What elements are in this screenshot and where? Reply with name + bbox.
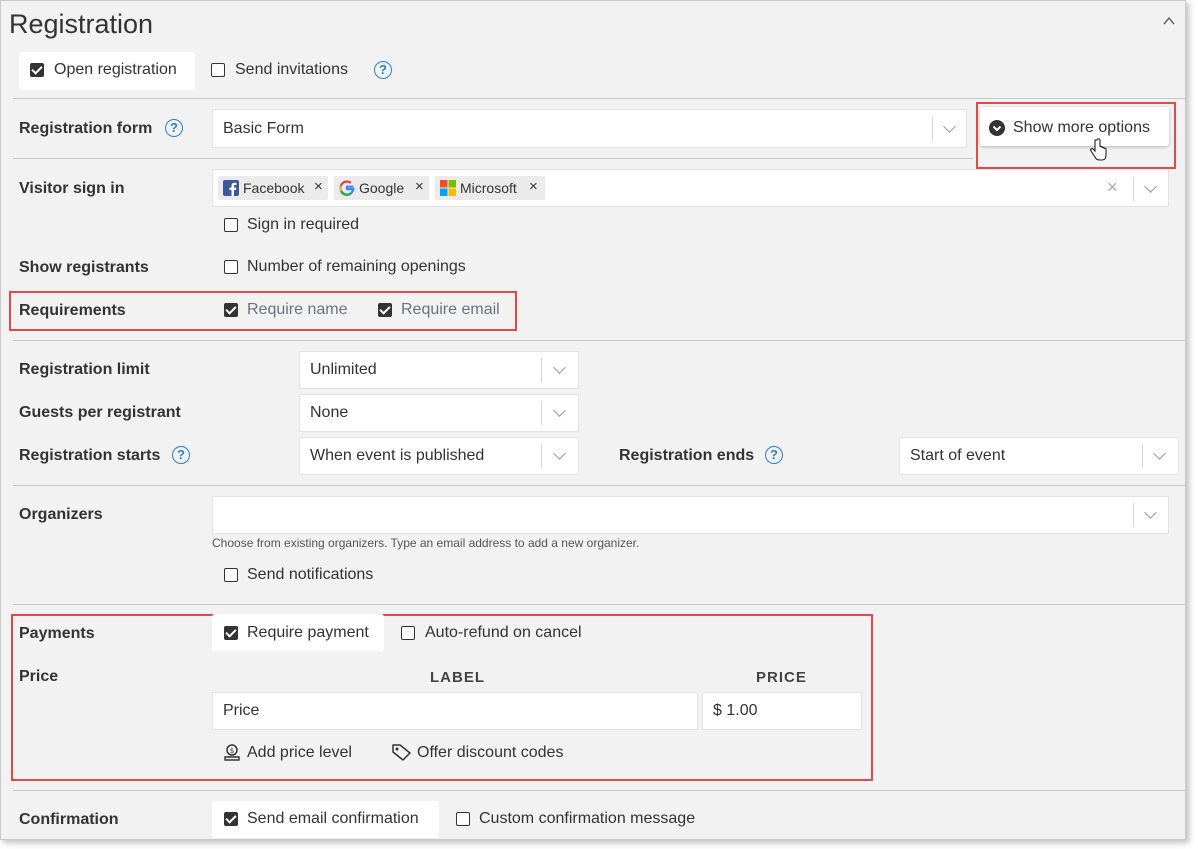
auto-refund-checkbox[interactable] <box>401 626 415 640</box>
payments-label: Payments <box>19 625 95 642</box>
divider <box>541 444 542 468</box>
requirements-label: Requirements <box>19 302 126 319</box>
divider <box>1133 503 1134 527</box>
price-column-header: PRICE <box>756 669 807 686</box>
registration-ends-select[interactable]: Start of event <box>899 437 1179 475</box>
require-payment-checkbox[interactable] <box>224 626 238 640</box>
sign-in-required-label: Sign in required <box>247 216 360 233</box>
collapse-chevron-icon[interactable] <box>1163 15 1175 27</box>
price-label: Price <box>19 668 59 685</box>
add-price-level-icon: $ <box>224 744 240 761</box>
registration-limit-label: Registration limit <box>19 361 150 378</box>
divider <box>13 604 1185 605</box>
organizers-hint: Choose from existing organizers. Type an… <box>212 536 640 550</box>
registration-starts-label: Registration starts <box>19 447 161 464</box>
provider-chip-microsoft[interactable]: Microsoft × <box>435 176 545 200</box>
guests-per-registrant-value: None <box>310 404 349 421</box>
registration-ends-value: Start of event <box>910 447 1006 464</box>
price-label-value: Price <box>223 702 260 719</box>
registration-form-select[interactable]: Basic Form <box>212 109 967 148</box>
require-email-label: Require email <box>401 301 500 318</box>
provider-chip-facebook[interactable]: Facebook × <box>218 176 328 200</box>
google-icon <box>339 180 355 196</box>
organizers-select[interactable] <box>212 496 1169 534</box>
label-column-header: LABEL <box>430 669 485 686</box>
provider-label: Microsoft <box>460 180 517 196</box>
registration-starts-select[interactable]: When event is published <box>299 437 579 475</box>
svg-text:$: $ <box>230 747 234 755</box>
visitor-sign-in-label: Visitor sign in <box>19 180 125 197</box>
remove-icon[interactable]: × <box>415 178 424 195</box>
guests-per-registrant-select[interactable]: None <box>299 394 579 432</box>
microsoft-icon <box>440 180 456 196</box>
add-price-level-button[interactable]: Add price level <box>247 744 352 762</box>
registration-form-value: Basic Form <box>223 120 304 137</box>
divider <box>13 98 1185 99</box>
facebook-icon <box>223 180 239 196</box>
registration-form-label: Registration form <box>19 120 153 137</box>
clear-icon[interactable]: × <box>1107 177 1118 198</box>
provider-label: Facebook <box>243 180 305 196</box>
hand-pointer-icon <box>1090 138 1107 161</box>
custom-confirmation-label: Custom confirmation message <box>479 810 696 827</box>
guests-per-registrant-label: Guests per registrant <box>19 404 181 421</box>
help-icon[interactable]: ? <box>765 446 783 464</box>
organizers-label: Organizers <box>19 506 103 523</box>
require-name-checkbox <box>224 303 238 317</box>
open-registration-label: Open registration <box>54 61 177 78</box>
sign-in-required-checkbox[interactable] <box>224 218 238 232</box>
confirmation-label: Confirmation <box>19 811 119 828</box>
divider <box>13 158 973 159</box>
remaining-openings-label: Number of remaining openings <box>247 258 466 275</box>
send-invitations-label: Send invitations <box>235 61 348 78</box>
send-email-confirmation-checkbox[interactable] <box>224 812 238 826</box>
price-amount-value: $ 1.00 <box>713 702 758 719</box>
divider <box>1133 177 1134 201</box>
show-registrants-label: Show registrants <box>19 259 149 276</box>
offer-discount-codes-button[interactable]: Offer discount codes <box>417 744 563 762</box>
divider <box>541 358 542 382</box>
divider <box>13 790 1185 791</box>
divider <box>13 485 1185 486</box>
send-invitations-checkbox[interactable] <box>211 63 225 77</box>
open-registration-checkbox[interactable] <box>30 63 44 77</box>
send-notifications-checkbox[interactable] <box>224 568 238 582</box>
remove-icon[interactable]: × <box>529 178 538 195</box>
help-icon[interactable]: ? <box>374 61 392 79</box>
price-label-input[interactable]: Price <box>212 692 698 730</box>
auto-refund-label: Auto-refund on cancel <box>425 624 582 641</box>
provider-chip-google[interactable]: Google × <box>334 176 429 200</box>
require-email-checkbox <box>378 303 392 317</box>
show-more-options-label: Show more options <box>1013 119 1150 136</box>
help-icon[interactable]: ? <box>172 446 190 464</box>
custom-confirmation-checkbox[interactable] <box>456 812 470 826</box>
registration-limit-select[interactable]: Unlimited <box>299 351 579 389</box>
divider <box>1142 444 1143 468</box>
registration-panel: Registration Open registration Send invi… <box>0 0 1186 840</box>
send-email-confirmation-label: Send email confirmation <box>247 810 419 827</box>
remove-icon[interactable]: × <box>314 178 323 195</box>
registration-starts-value: When event is published <box>310 447 485 464</box>
divider <box>932 117 933 141</box>
remaining-openings-checkbox[interactable] <box>224 260 238 274</box>
section-title: Registration <box>9 9 154 39</box>
help-icon[interactable]: ? <box>165 119 183 137</box>
divider <box>541 401 542 425</box>
require-name-label: Require name <box>247 301 348 318</box>
chevron-circle-down-icon <box>989 120 1005 136</box>
require-payment-label: Require payment <box>247 624 369 641</box>
registration-limit-value: Unlimited <box>310 361 377 378</box>
provider-label: Google <box>359 180 405 196</box>
tag-icon <box>392 744 411 761</box>
price-amount-input[interactable]: $ 1.00 <box>702 692 862 730</box>
divider <box>13 340 1185 341</box>
send-notifications-label: Send notifications <box>247 566 374 583</box>
registration-ends-label: Registration ends <box>619 447 755 464</box>
